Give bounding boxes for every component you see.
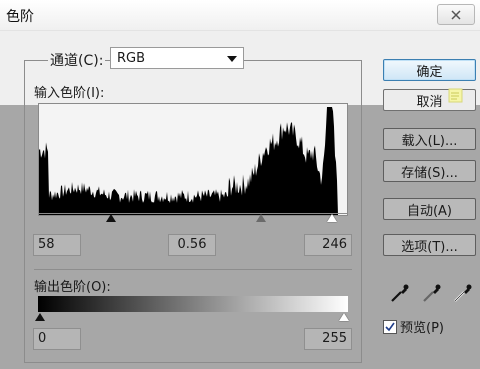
input-gamma-field[interactable]: 0.56 [168, 234, 216, 256]
auto-button[interactable]: 自动(A) [383, 198, 476, 220]
white-eyedropper-icon[interactable] [452, 282, 474, 304]
histogram [38, 103, 348, 216]
title-bar[interactable]: 色阶 [0, 0, 480, 31]
gray-eyedropper-icon[interactable] [421, 282, 443, 304]
input-slider-track [38, 213, 348, 214]
output-levels-label: 输出色阶(O): [34, 280, 111, 295]
cancel-button-label: 取消 [416, 94, 443, 110]
ok-button[interactable]: 确定 [383, 59, 476, 81]
options-button[interactable]: 选项(T)... [383, 234, 476, 256]
output-black-handle[interactable] [35, 313, 45, 321]
output-white-handle[interactable] [339, 313, 349, 321]
save-button[interactable]: 存储(S)... [383, 160, 476, 182]
input-gamma-handle[interactable] [256, 214, 266, 222]
output-black-field[interactable]: 0 [33, 328, 81, 350]
input-white-handle[interactable] [327, 214, 337, 222]
input-black-handle[interactable] [106, 214, 116, 222]
preview-checkbox[interactable] [383, 319, 397, 334]
output-white-field[interactable]: 255 [304, 328, 352, 350]
window-title: 色阶 [6, 9, 34, 25]
close-button[interactable] [437, 4, 475, 25]
histogram-shape [39, 107, 347, 215]
input-levels-label: 输入色阶(I): [34, 86, 105, 101]
section-divider [34, 269, 352, 270]
save-button-label: 存储(S)... [401, 165, 458, 181]
close-icon [451, 9, 461, 20]
auto-button-label: 自动(A) [406, 203, 453, 219]
black-eyedropper-icon[interactable] [389, 282, 411, 304]
preview-label: 预览(P) [400, 321, 444, 336]
output-gradient-bar [38, 296, 348, 312]
channel-value: RGB [117, 51, 146, 66]
load-button-label: 载入(L)... [401, 133, 458, 149]
input-black-field[interactable]: 58 [33, 234, 81, 256]
input-white-field[interactable]: 246 [304, 234, 352, 256]
input-slider[interactable] [38, 213, 348, 222]
checkmark-icon [385, 322, 395, 331]
channel-label: 通道(C): [48, 50, 106, 70]
options-button-label: 选项(T)... [401, 239, 458, 255]
levels-dialog: 色阶 通道(C): RGB 输入色阶(I): 58 0.56 246 输出色阶(… [0, 0, 480, 369]
cursor-icon [448, 88, 463, 103]
dropdown-arrow-icon [227, 56, 237, 62]
channel-select[interactable]: RGB [110, 47, 244, 69]
preview-checkbox-row[interactable]: 预览(P) [383, 317, 444, 336]
ok-button-label: 确定 [416, 64, 443, 80]
load-button[interactable]: 载入(L)... [383, 128, 476, 150]
